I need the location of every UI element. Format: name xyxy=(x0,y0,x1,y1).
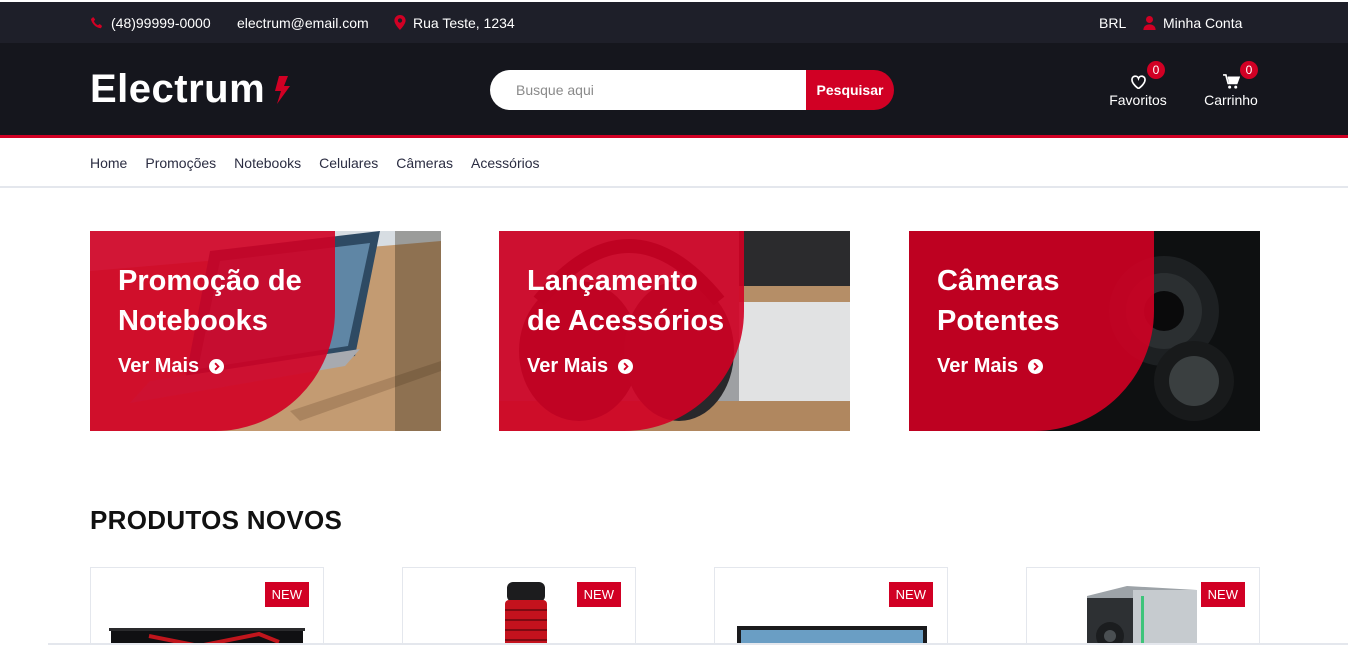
account-text: Minha Conta xyxy=(1163,14,1243,31)
product-image xyxy=(505,582,547,645)
arrow-circle-right-icon xyxy=(209,359,225,374)
lightning-icon xyxy=(275,75,291,104)
phone-text: (48)99999-0000 xyxy=(111,14,211,31)
main-navigation: Home Promoções Notebooks Celulares Câmer… xyxy=(0,138,1348,188)
product-card[interactable]: NEW xyxy=(714,567,948,645)
arrow-circle-right-icon xyxy=(1028,359,1044,374)
collection-title: Lançamento de Acessórios xyxy=(527,265,725,337)
product-image xyxy=(1087,586,1197,645)
collection-banner-cameras[interactable]: Câmeras Potentes Ver Mais xyxy=(909,231,1260,431)
cart-icon xyxy=(1222,74,1240,89)
product-card[interactable]: NEW xyxy=(90,567,324,645)
section-title: PRODUTOS NOVOS xyxy=(90,505,343,535)
wishlist-count: 0 xyxy=(1147,61,1165,79)
main-header: Electrum Pesquisar 0 Favoritos 0 Carrinh… xyxy=(0,43,1348,137)
top-bar: (48)99999-0000 electrum@email.com Rua Te… xyxy=(0,2,1348,43)
new-badge: NEW xyxy=(576,582,621,607)
phone-icon xyxy=(90,16,103,28)
account-link[interactable]: Minha Conta xyxy=(1143,2,1242,43)
nav-item-home[interactable]: Home xyxy=(90,155,127,171)
product-image xyxy=(737,626,927,645)
new-badge: NEW xyxy=(264,582,309,607)
new-badge: NEW xyxy=(1200,582,1245,607)
nav-list: Home Promoções Notebooks Celulares Câmer… xyxy=(90,138,540,188)
search-button[interactable]: Pesquisar xyxy=(806,70,894,110)
user-icon xyxy=(1143,15,1156,30)
product-card[interactable]: NEW xyxy=(1026,567,1260,645)
nav-item-notebooks[interactable]: Notebooks xyxy=(234,155,301,171)
address-text: Rua Teste, 1234 xyxy=(413,14,515,31)
heart-icon xyxy=(1130,75,1146,89)
nav-item-promocoes[interactable]: Promoções xyxy=(145,155,216,171)
see-more-link[interactable]: Ver Mais xyxy=(118,355,225,378)
collection-banner-acessorios[interactable]: Lançamento de Acessórios Ver Mais xyxy=(499,231,850,431)
currency-selector[interactable]: BRL xyxy=(1099,2,1126,43)
address-contact[interactable]: Rua Teste, 1234 xyxy=(394,2,515,43)
search-form: Pesquisar xyxy=(490,70,894,110)
see-more-link[interactable]: Ver Mais xyxy=(937,355,1044,378)
nav-item-celulares[interactable]: Celulares xyxy=(319,155,378,171)
search-input[interactable] xyxy=(490,70,820,110)
logo[interactable]: Electrum xyxy=(90,67,291,112)
currency-text: BRL xyxy=(1099,14,1127,31)
cart-label: Carrinho xyxy=(1204,92,1258,108)
nav-item-acessorios[interactable]: Acessórios xyxy=(471,155,539,171)
cart-count: 0 xyxy=(1240,61,1258,79)
phone-contact[interactable]: (48)99999-0000 xyxy=(90,2,211,43)
wishlist-label: Favoritos xyxy=(1109,92,1167,108)
logo-text: Electrum xyxy=(90,67,266,111)
wishlist-link[interactable]: 0 Favoritos xyxy=(1107,61,1169,108)
email-text: electrum@email.com xyxy=(237,14,369,31)
arrow-circle-right-icon xyxy=(618,359,634,374)
see-more-link[interactable]: Ver Mais xyxy=(527,355,634,378)
nav-item-cameras[interactable]: Câmeras xyxy=(396,155,453,171)
collection-banner-notebooks[interactable]: Promoção de Notebooks Ver Mais xyxy=(90,231,441,431)
collection-title: Promoção de Notebooks xyxy=(118,265,302,337)
collection-title: Câmeras Potentes xyxy=(937,265,1060,337)
new-badge: NEW xyxy=(888,582,933,607)
map-pin-icon xyxy=(394,15,406,30)
email-contact[interactable]: electrum@email.com xyxy=(237,2,369,43)
cart-link[interactable]: 0 Carrinho xyxy=(1201,61,1261,108)
product-card[interactable]: NEW xyxy=(402,567,636,645)
